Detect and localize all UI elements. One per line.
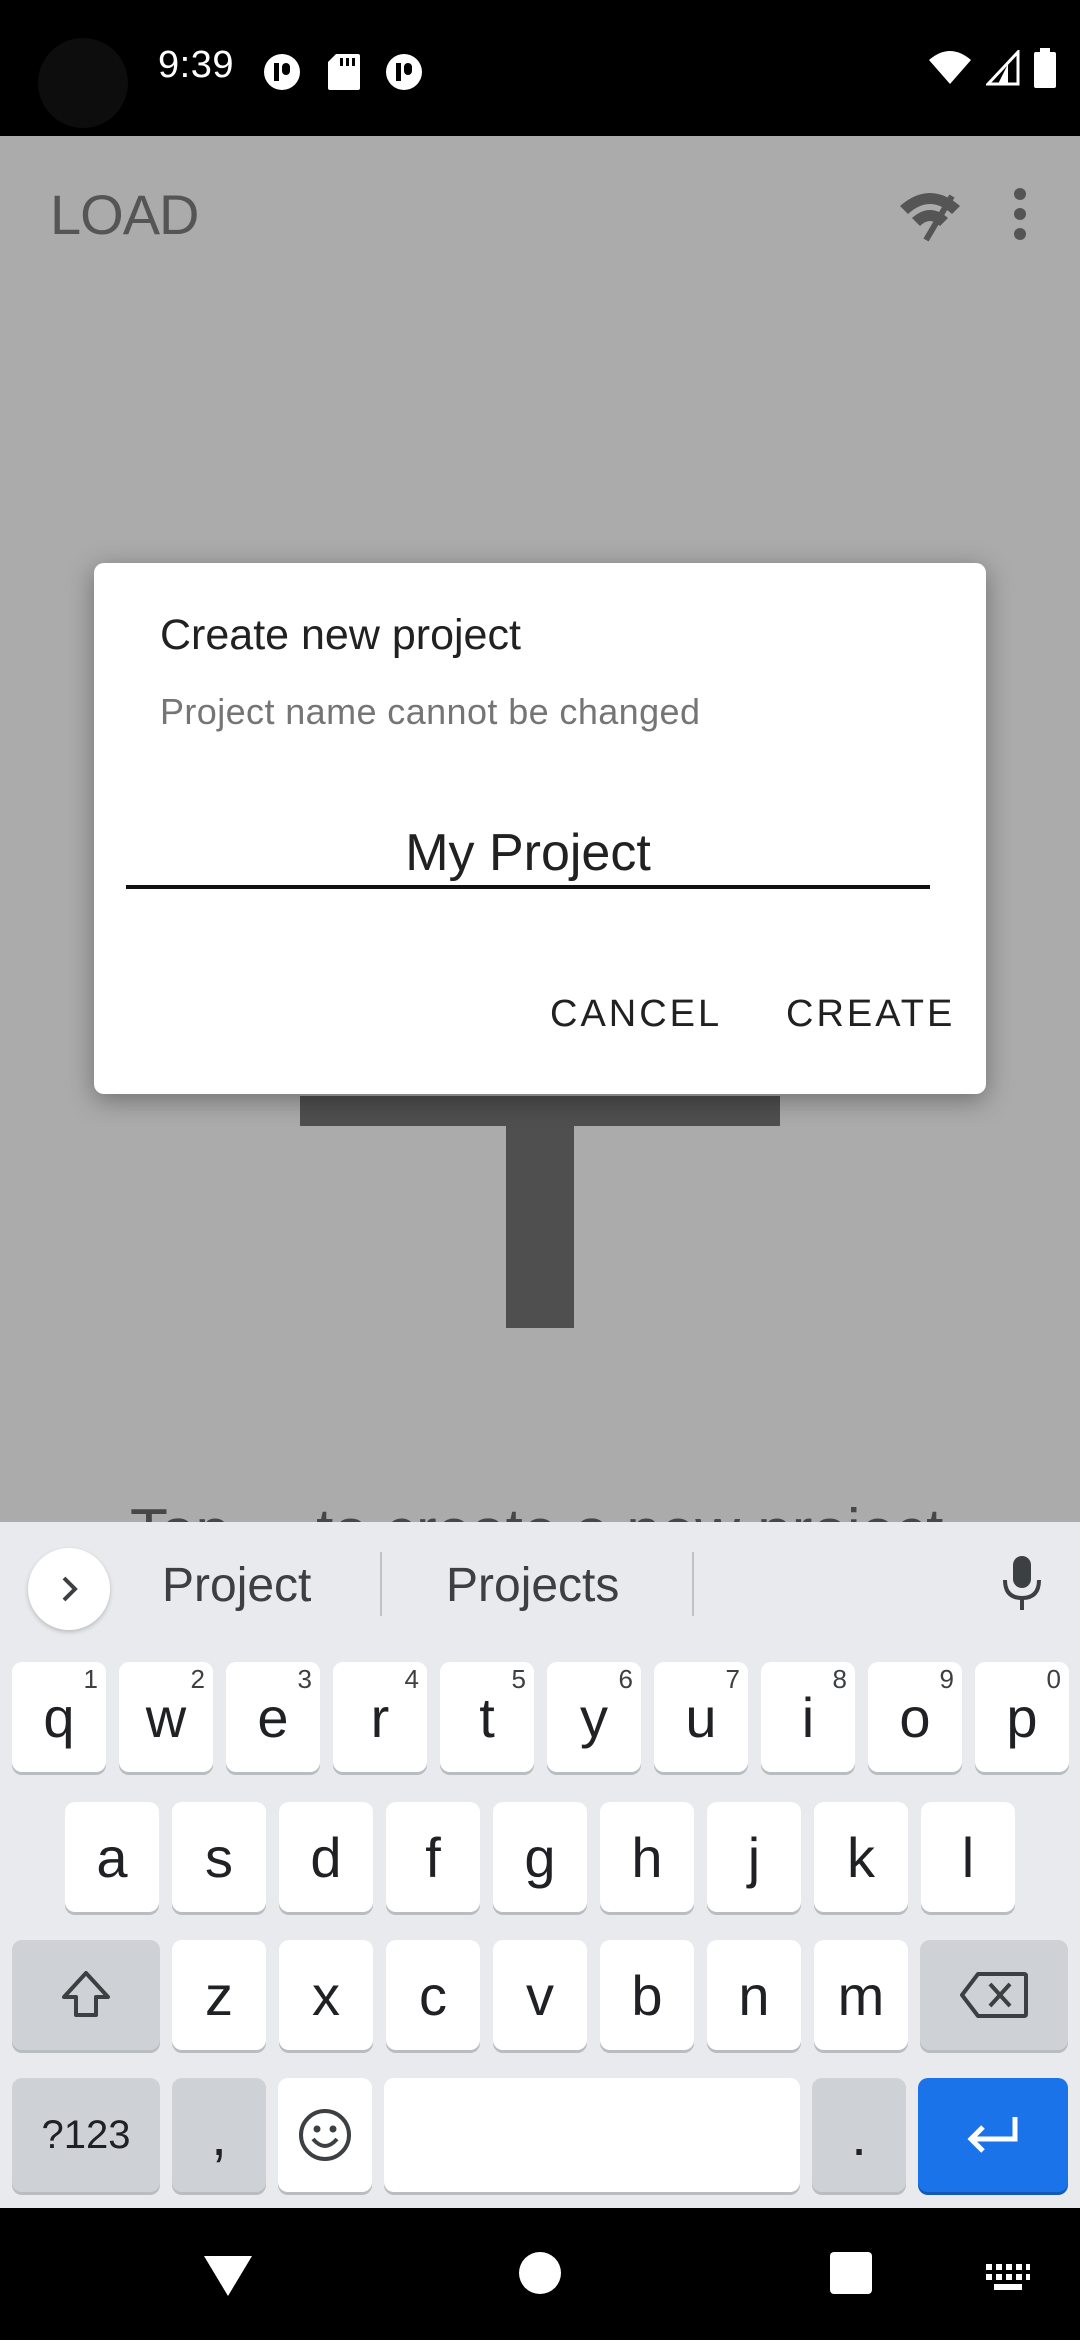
app-title: LOAD xyxy=(50,183,199,246)
key-comma[interactable]: , xyxy=(172,2078,266,2192)
shift-icon xyxy=(62,1971,110,2017)
suggestion-divider xyxy=(692,1552,694,1616)
key-b[interactable]: b xyxy=(600,1940,694,2050)
key-g[interactable]: g xyxy=(493,1802,587,1912)
wifi-off-icon[interactable] xyxy=(896,186,964,242)
key-t[interactable]: t5 xyxy=(440,1662,534,1772)
navigation-bar xyxy=(0,2208,1080,2340)
backspace-icon xyxy=(960,1972,1028,2018)
more-vert-icon[interactable] xyxy=(1004,186,1036,242)
key-hint: 1 xyxy=(83,1664,98,1694)
shift-key[interactable] xyxy=(12,1940,160,2050)
key-label: u xyxy=(685,1685,717,1749)
key-c[interactable]: c xyxy=(386,1940,480,2050)
key-label: r xyxy=(370,1685,390,1749)
key-hint: 7 xyxy=(725,1664,740,1694)
sd-card-icon xyxy=(328,54,360,90)
key-period[interactable]: . xyxy=(812,2078,906,2192)
dialog-subtitle: Project name cannot be changed xyxy=(160,691,701,732)
key-s[interactable]: s xyxy=(172,1802,266,1912)
create-project-dialog: Create new project Project name cannot b… xyxy=(94,563,986,1094)
key-hint: 9 xyxy=(939,1664,954,1694)
key-y[interactable]: y6 xyxy=(547,1662,641,1772)
notification-app-icon xyxy=(264,54,300,90)
keyboard-switch-icon[interactable] xyxy=(984,2262,1032,2292)
symbols-key[interactable]: ?123 xyxy=(12,2078,160,2192)
key-e[interactable]: e3 xyxy=(226,1662,320,1772)
key-d[interactable]: d xyxy=(279,1802,373,1912)
enter-key[interactable] xyxy=(918,2078,1068,2192)
key-w[interactable]: w2 xyxy=(119,1662,213,1772)
camera-cutout xyxy=(38,38,128,128)
key-hint: 4 xyxy=(404,1664,419,1694)
key-h[interactable]: h xyxy=(600,1802,694,1912)
key-hint: 2 xyxy=(190,1664,205,1694)
battery-icon xyxy=(1034,48,1056,88)
key-label: i xyxy=(801,1685,815,1749)
key-k[interactable]: k xyxy=(814,1802,908,1912)
key-hint: 3 xyxy=(297,1664,312,1694)
soft-keyboard: Project Projects q1 w2 e3 r4 t5 y6 u7 i8… xyxy=(0,1522,1080,2208)
suggestion-bar: Project Projects xyxy=(0,1522,1080,1642)
empty-state-graphic xyxy=(300,1096,780,1126)
home-icon[interactable] xyxy=(517,2250,563,2296)
key-j[interactable]: j xyxy=(707,1802,801,1912)
key-hint: 8 xyxy=(832,1664,847,1694)
system-icons xyxy=(928,46,1056,90)
key-l[interactable]: l xyxy=(921,1802,1015,1912)
key-o[interactable]: o9 xyxy=(868,1662,962,1772)
key-m[interactable]: m xyxy=(814,1940,908,2050)
create-button[interactable]: CREATE xyxy=(786,993,955,1036)
key-v[interactable]: v xyxy=(493,1940,587,2050)
expand-toolbar-button[interactable] xyxy=(28,1548,110,1630)
status-bar: 9:39 xyxy=(0,0,1080,136)
key-a[interactable]: a xyxy=(65,1802,159,1912)
cellular-signal-icon xyxy=(986,50,1020,86)
key-u[interactable]: u7 xyxy=(654,1662,748,1772)
key-n[interactable]: n xyxy=(707,1940,801,2050)
key-label: w xyxy=(145,1685,187,1749)
key-hint: 0 xyxy=(1046,1664,1061,1694)
notification-app-icon xyxy=(386,54,422,90)
suggestion-1[interactable]: Project xyxy=(162,1558,311,1613)
emoji-icon xyxy=(299,2109,351,2161)
chevron-right-icon xyxy=(62,1576,78,1602)
cancel-button[interactable]: CANCEL xyxy=(550,993,722,1036)
key-f[interactable]: f xyxy=(386,1802,480,1912)
back-icon[interactable] xyxy=(200,2250,256,2300)
recents-icon[interactable] xyxy=(828,2250,874,2296)
key-label: y xyxy=(580,1685,608,1749)
key-q[interactable]: q1 xyxy=(12,1662,106,1772)
backspace-key[interactable] xyxy=(920,1940,1068,2050)
project-name-input[interactable] xyxy=(126,821,930,889)
key-label: t xyxy=(479,1685,495,1749)
key-hint: 6 xyxy=(618,1664,633,1694)
key-z[interactable]: z xyxy=(172,1940,266,2050)
key-label: o xyxy=(899,1685,931,1749)
suggestion-2[interactable]: Projects xyxy=(446,1558,619,1613)
status-clock: 9:39 xyxy=(158,44,234,86)
emoji-key[interactable] xyxy=(278,2078,372,2192)
key-label: p xyxy=(1006,1685,1038,1749)
empty-state-text: Tap ... to create a new project xyxy=(130,1496,943,1522)
enter-icon xyxy=(967,2117,1018,2153)
suggestion-divider xyxy=(380,1552,382,1616)
key-label: e xyxy=(257,1685,289,1749)
key-i[interactable]: i8 xyxy=(761,1662,855,1772)
key-label: q xyxy=(43,1685,75,1749)
dialog-title: Create new project xyxy=(160,611,521,659)
space-key[interactable] xyxy=(384,2078,800,2192)
key-hint: 5 xyxy=(511,1664,526,1694)
wifi-icon xyxy=(929,51,971,84)
key-x[interactable]: x xyxy=(279,1940,373,2050)
empty-state-graphic-post xyxy=(506,1126,574,1328)
key-p[interactable]: p0 xyxy=(975,1662,1069,1772)
key-r[interactable]: r4 xyxy=(333,1662,427,1772)
microphone-icon[interactable] xyxy=(1000,1554,1044,1612)
